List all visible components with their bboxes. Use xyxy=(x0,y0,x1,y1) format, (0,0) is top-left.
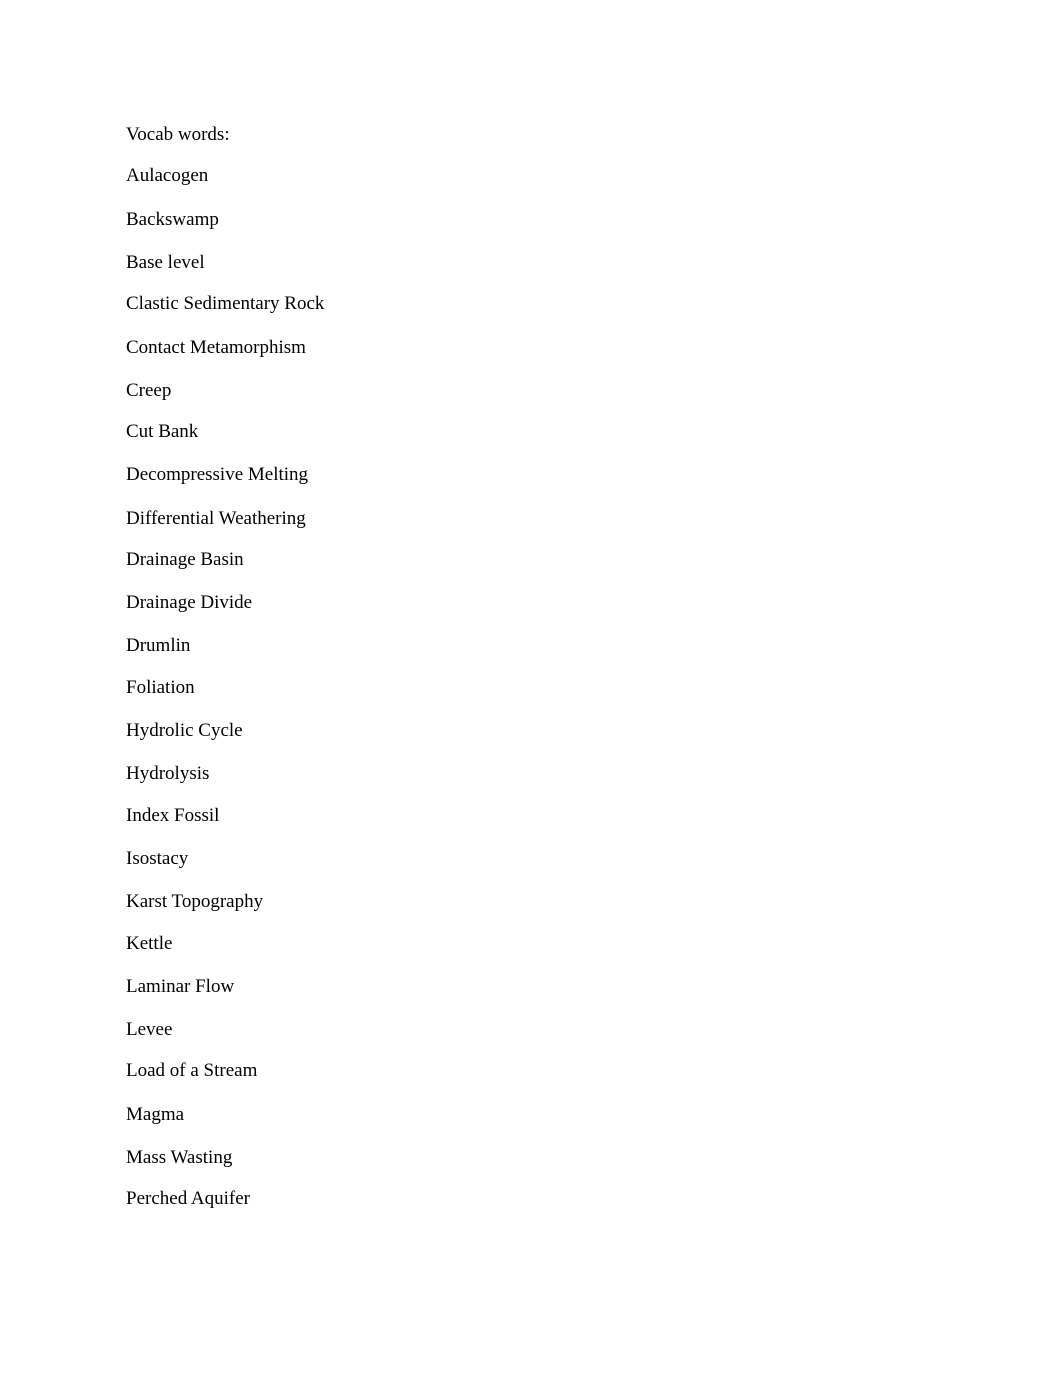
vocab-word: Drainage Basin xyxy=(126,549,244,570)
vocab-word: Cut Bank xyxy=(126,421,199,442)
vocab-word: Decompressive Melting xyxy=(126,464,309,485)
vocab-word: Levee xyxy=(126,1019,173,1040)
vocab-word: Base level xyxy=(126,252,205,273)
vocab-word: Creep xyxy=(126,380,172,401)
vocab-word: Isostacy xyxy=(126,848,189,869)
vocab-word: Hydrolysis xyxy=(126,763,210,784)
vocab-word: Foliation xyxy=(126,677,195,698)
vocab-word: Laminar Flow xyxy=(126,976,235,997)
document-page: Vocab words: Aulacogen Backswamp Base le… xyxy=(0,0,1062,1377)
vocab-word: Magma xyxy=(126,1104,185,1125)
vocab-word: Perched Aquifer xyxy=(126,1188,250,1209)
vocab-word: Drumlin xyxy=(126,635,191,656)
vocab-word: Load of a Stream xyxy=(126,1060,258,1081)
vocab-word: Karst Topography xyxy=(126,891,264,912)
vocab-word: Aulacogen xyxy=(126,165,209,186)
vocab-heading: Vocab words: xyxy=(126,124,230,145)
vocab-word: Kettle xyxy=(126,933,173,954)
vocab-word: Mass Wasting xyxy=(126,1147,233,1168)
vocab-word: Contact Metamorphism xyxy=(126,337,306,358)
vocab-word: Hydrolic Cycle xyxy=(126,720,243,741)
vocab-word: Clastic Sedimentary Rock xyxy=(126,293,325,314)
vocab-word: Drainage Divide xyxy=(126,592,253,613)
vocab-word: Differential Weathering xyxy=(126,508,306,529)
vocab-word: Backswamp xyxy=(126,209,219,230)
vocab-word: Index Fossil xyxy=(126,805,220,826)
